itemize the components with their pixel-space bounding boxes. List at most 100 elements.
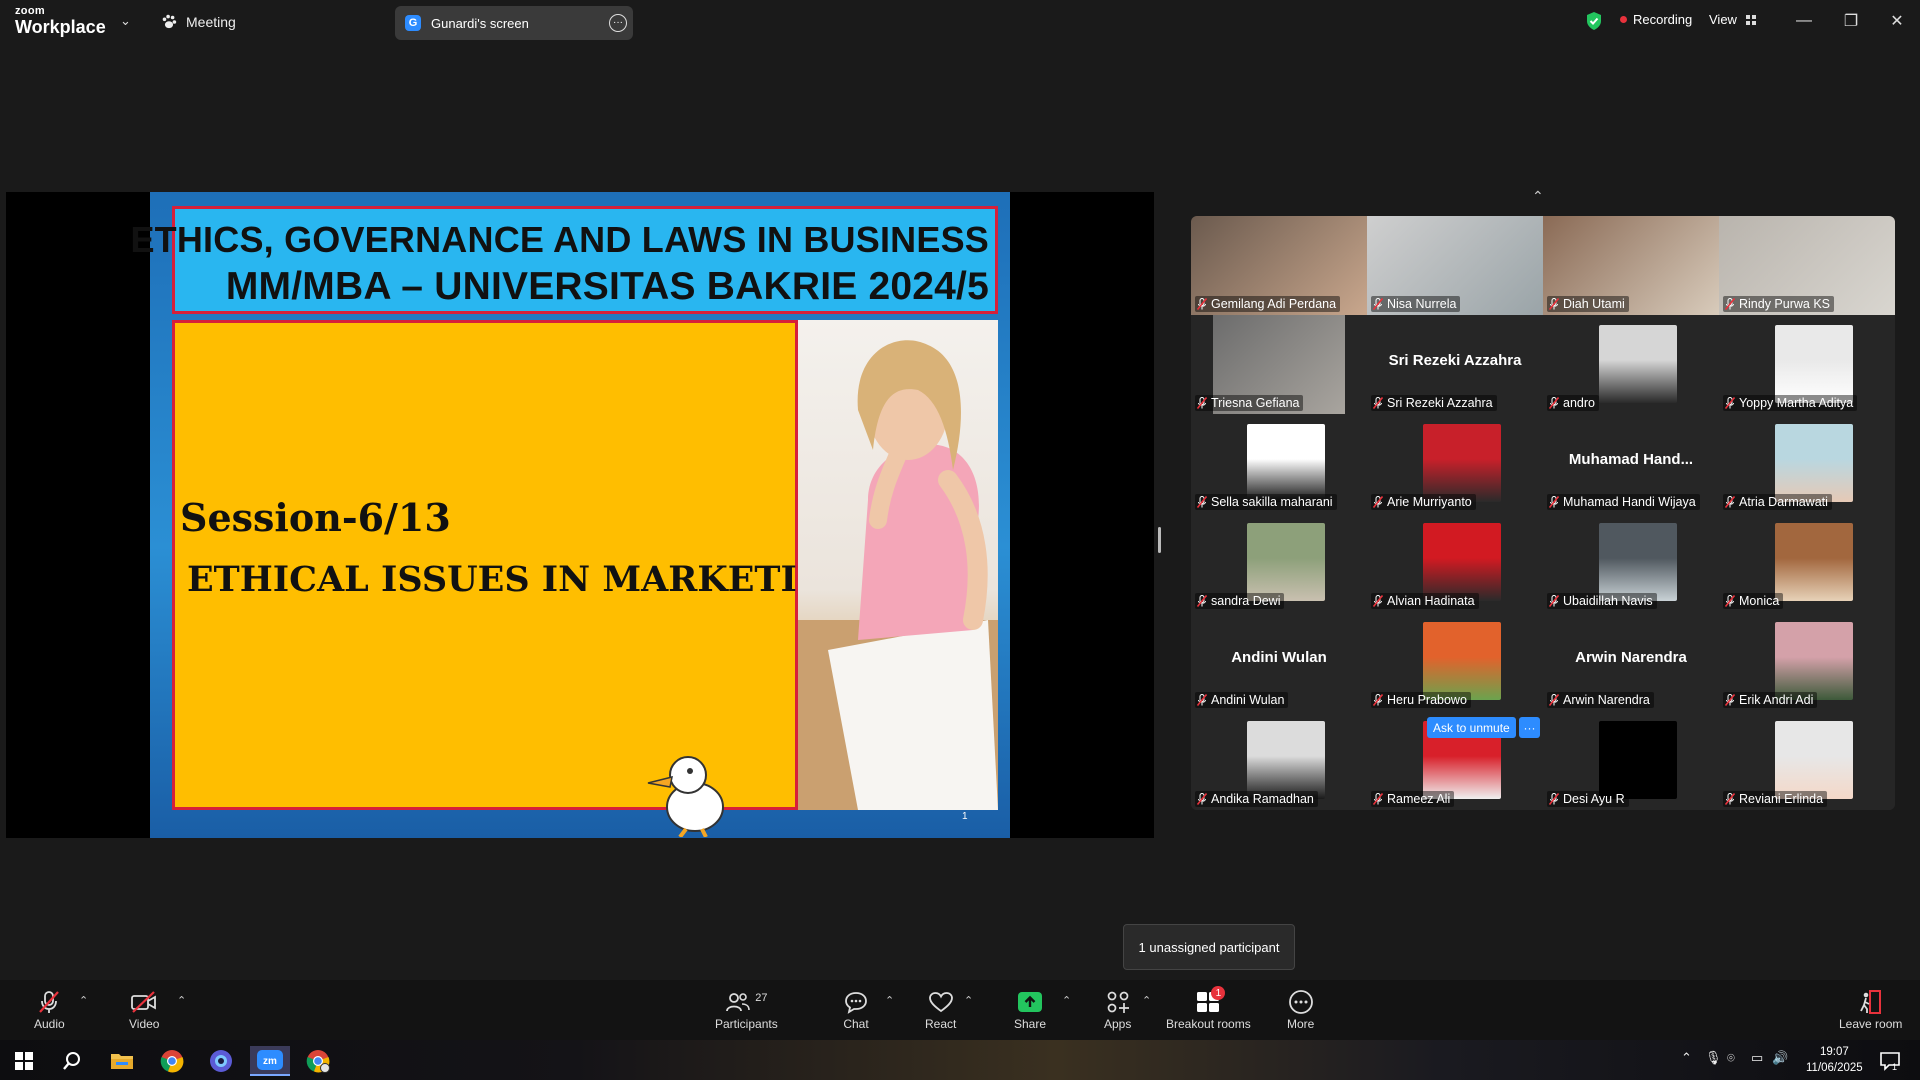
leave-door-icon [1859, 990, 1881, 1014]
apps-label: Apps [1104, 1017, 1132, 1031]
participant-tile[interactable]: sandra Dewi [1191, 513, 1367, 612]
react-button[interactable]: React [925, 988, 956, 1031]
share-button[interactable]: Share [1014, 988, 1046, 1031]
video-options-chevron-icon[interactable]: ⌃ [177, 994, 186, 1007]
participant-tile[interactable]: Reviani Erlinda [1719, 711, 1895, 810]
breakout-label: Breakout rooms [1166, 1017, 1251, 1031]
video-button[interactable]: Video [129, 988, 159, 1031]
apps-options-chevron-icon[interactable]: ⌃ [1142, 994, 1151, 1007]
participant-name-tag: sandra Dewi [1195, 593, 1285, 609]
participants-button[interactable]: 27 Participants [715, 988, 778, 1031]
participant-tile[interactable]: Ubaidillah Navis [1543, 513, 1719, 612]
participant-more-button[interactable]: ··· [1519, 717, 1540, 738]
search-icon[interactable] [56, 1046, 88, 1076]
recording-indicator[interactable]: Recording [1620, 12, 1692, 27]
mic-muted-icon [1197, 595, 1207, 607]
network-icon[interactable]: ▭ [1751, 1050, 1763, 1066]
chat-label: Chat [843, 1017, 869, 1031]
logo-big-text: Workplace [15, 17, 106, 37]
mic-muted-icon [1373, 496, 1383, 508]
participant-name: Arwin Narendra [1563, 693, 1650, 707]
view-button[interactable]: View [1709, 12, 1757, 27]
participant-tile[interactable]: Monica [1719, 513, 1895, 612]
view-label: View [1709, 12, 1737, 27]
participant-tile[interactable]: Gemilang Adi Perdana [1191, 216, 1367, 315]
chevron-up-icon[interactable]: ⌃ [1532, 188, 1544, 205]
react-options-chevron-icon[interactable]: ⌃ [964, 994, 973, 1007]
participant-tile[interactable]: Triesna Gefiana [1191, 315, 1367, 414]
file-explorer-icon[interactable] [106, 1046, 138, 1076]
chat-options-chevron-icon[interactable]: ⌃ [885, 994, 894, 1007]
participant-name: sandra Dewi [1211, 594, 1281, 608]
participant-name: Sri Rezeki Azzahra [1387, 396, 1493, 410]
participant-tile[interactable]: Muhamad Hand... Muhamad Handi Wijaya [1543, 414, 1719, 513]
taskbar-clock[interactable]: 19:07 11/06/2025 [1806, 1044, 1863, 1076]
minimize-icon[interactable]: — [1789, 8, 1819, 34]
participant-name: Yoppy Martha Aditya [1739, 396, 1854, 410]
participant-tile[interactable]: Diah Utami [1543, 216, 1719, 315]
leave-room-button[interactable]: Leave room [1839, 988, 1902, 1031]
leave-room-label: Leave room [1839, 1017, 1903, 1031]
slide-page-number: 1 [962, 811, 968, 822]
participant-name: Triesna Gefiana [1211, 396, 1300, 410]
security-shield-icon[interactable] [1585, 11, 1603, 31]
windows-start-icon[interactable] [8, 1046, 40, 1076]
participant-tile[interactable]: Erik Andri Adi [1719, 612, 1895, 711]
close-icon[interactable]: ✕ [1882, 8, 1912, 34]
participant-tile[interactable]: Alvian Hadinata [1367, 513, 1543, 612]
mic-muted-icon [1725, 793, 1735, 805]
split-resize-handle[interactable] [1158, 527, 1161, 553]
participant-tile[interactable]: Rindy Purwa KS [1719, 216, 1895, 315]
participant-tile[interactable]: Desi Ayu R [1543, 711, 1719, 810]
audio-button[interactable]: Audio [34, 988, 65, 1031]
participant-tile[interactable]: Heru Prabowo [1367, 612, 1543, 711]
audio-options-chevron-icon[interactable]: ⌃ [79, 994, 88, 1007]
wifi-icon[interactable]: ⌾ [1727, 1050, 1735, 1066]
meeting-menu-button[interactable]: Meeting [160, 10, 236, 34]
mic-muted-icon [1725, 694, 1735, 706]
participant-tile[interactable]: andro [1543, 315, 1719, 414]
more-button[interactable]: More [1287, 988, 1314, 1031]
participant-tile[interactable]: Sella sakilla maharani [1191, 414, 1367, 513]
participant-tile[interactable]: Nisa Nurrela [1367, 216, 1543, 315]
chat-button[interactable]: Chat [843, 988, 869, 1031]
participant-name-tag: Andika Ramadhan [1195, 791, 1318, 807]
more-options-icon[interactable]: ··· [609, 14, 627, 32]
shared-screen-pill[interactable]: G Gunardi's screen ··· [395, 6, 633, 40]
participant-name: Erik Andri Adi [1739, 693, 1814, 707]
participant-tile[interactable]: Atria Darmawati [1719, 414, 1895, 513]
recording-label: Recording [1633, 12, 1693, 27]
microphone-icon[interactable]: 🎙 [1705, 1050, 1722, 1066]
participant-avatar [1247, 721, 1325, 799]
chrome-icon[interactable] [156, 1046, 188, 1076]
participant-tile[interactable]: Sri Rezeki Azzahra Sri Rezeki Azzahra [1367, 315, 1543, 414]
ask-to-unmute-button[interactable]: Ask to unmute [1427, 717, 1516, 738]
participant-display-name: Muhamad Hand... [1568, 451, 1694, 468]
zoom-window: zoom Workplace ⌄ Meeting G Gunardi's scr… [0, 0, 1920, 1080]
participant-name-tag: Reviani Erlinda [1723, 791, 1828, 807]
participant-tile[interactable]: Yoppy Martha Aditya [1719, 315, 1895, 414]
chevron-down-icon[interactable]: ⌄ [120, 13, 131, 29]
participant-tile[interactable]: Arwin Narendra Arwin Narendra [1543, 612, 1719, 711]
participant-name: Desi Ayu R [1563, 792, 1625, 806]
apps-button[interactable]: Apps [1104, 988, 1131, 1031]
participant-avatar [1423, 622, 1501, 700]
restore-icon[interactable]: ❐ [1836, 8, 1866, 34]
breakout-rooms-button[interactable]: 1 Breakout rooms [1166, 986, 1251, 1031]
zoom-taskbar-icon[interactable]: zm [250, 1046, 290, 1076]
mic-muted-icon [1725, 298, 1735, 310]
participant-tile[interactable]: Arie Murriyanto [1367, 414, 1543, 513]
participant-display-name: Arwin Narendra [1575, 649, 1687, 666]
share-options-chevron-icon[interactable]: ⌃ [1062, 994, 1071, 1007]
participant-tile[interactable]: Andini Wulan Andini Wulan [1191, 612, 1367, 711]
participant-name-tag: Rameez Ali [1371, 791, 1455, 807]
more-label: More [1287, 1017, 1315, 1031]
chrome-profile-icon[interactable] [302, 1046, 334, 1076]
notification-icon[interactable]: 1 [1874, 1046, 1906, 1076]
chevron-up-icon[interactable]: ⌃ [1681, 1050, 1692, 1066]
browser-icon[interactable] [205, 1046, 237, 1076]
volume-icon[interactable]: 🔊 [1772, 1050, 1788, 1066]
slide-topic: ETHICAL ISSUES IN MARKETING [187, 559, 859, 600]
participant-tile[interactable]: Andika Ramadhan [1191, 711, 1367, 810]
zoom-logo[interactable]: zoom Workplace [15, 6, 106, 37]
